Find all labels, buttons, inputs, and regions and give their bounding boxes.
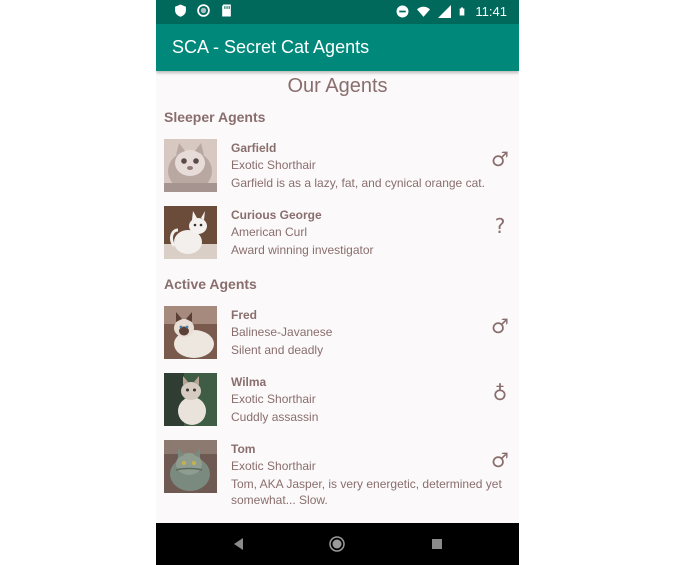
agent-name: Garfield [231, 141, 277, 155]
agent-breed: Balinese-Javanese [231, 325, 333, 339]
app-title: SCA - Secret Cat Agents [172, 37, 370, 57]
agent-description: Silent and deadly [231, 343, 324, 357]
agent-name: Wilma [231, 375, 267, 389]
status-bar: 11:41 [156, 0, 519, 24]
male-icon: ♂ [491, 147, 509, 171]
list-item-agent[interactable]: Fred Balinese-Javanese Silent and deadly… [164, 306, 519, 362]
agent-photo [164, 440, 217, 493]
agent-name: Curious George [231, 208, 322, 222]
section-header-active: Active Agents [164, 276, 257, 292]
signal-icon [438, 5, 452, 18]
unknown-gender-icon: ? [494, 214, 506, 238]
list-item-agent[interactable]: Curious George American Curl Award winni… [164, 206, 519, 262]
agent-photo [164, 373, 217, 426]
page-title: Our Agents [287, 75, 388, 97]
status-time: 11:41 [475, 4, 507, 19]
navigation-bar [156, 523, 519, 565]
agent-breed: Exotic Shorthair [231, 158, 316, 172]
home-icon[interactable] [328, 535, 346, 553]
agent-description: Cuddly assassin [231, 410, 319, 424]
recents-icon[interactable] [428, 535, 446, 553]
agent-photo [164, 139, 217, 192]
agent-photo [164, 306, 217, 359]
agent-name: Tom [231, 442, 256, 456]
list-item-agent[interactable]: Tom Exotic Shorthair Tom, AKA Jasper, is… [164, 440, 519, 508]
agent-description: Garfield is as a lazy, fat, and cynical … [231, 176, 485, 190]
section-header-sleeper: Sleeper Agents [164, 109, 266, 125]
agent-description: Award winning investigator [231, 243, 374, 257]
list-item-agent[interactable]: Garfield Exotic Shorthair Garfield is as… [164, 139, 519, 195]
list-item-agent[interactable]: Wilma Exotic Shorthair Cuddly assassin ♁ [164, 373, 519, 429]
battery-icon [460, 7, 465, 16]
back-icon[interactable] [230, 535, 248, 553]
circle-icon [197, 4, 210, 17]
shield-icon [175, 4, 186, 17]
phone-screen: 11:41 SCA - Secret Cat Agents Our Agents… [156, 0, 519, 565]
agent-description: Tom, AKA Jasper, is very energetic, dete… [231, 477, 502, 507]
agent-breed: Exotic Shorthair [231, 392, 316, 406]
male-icon: ♂ [491, 314, 509, 338]
male-icon: ♂ [491, 448, 509, 472]
do-not-disturb-icon [396, 5, 409, 18]
agent-breed: American Curl [231, 225, 308, 239]
female-icon: ♁ [492, 381, 508, 405]
agent-name: Fred [231, 308, 258, 322]
app-bar: SCA - Secret Cat Agents [156, 24, 519, 71]
agents-list[interactable]: Our Agents Sleeper Agents Garfield Exoti… [156, 71, 519, 523]
sd-card-icon [222, 4, 231, 17]
wifi-icon [417, 6, 431, 17]
agent-photo [164, 206, 217, 259]
agent-breed: Exotic Shorthair [231, 459, 316, 473]
